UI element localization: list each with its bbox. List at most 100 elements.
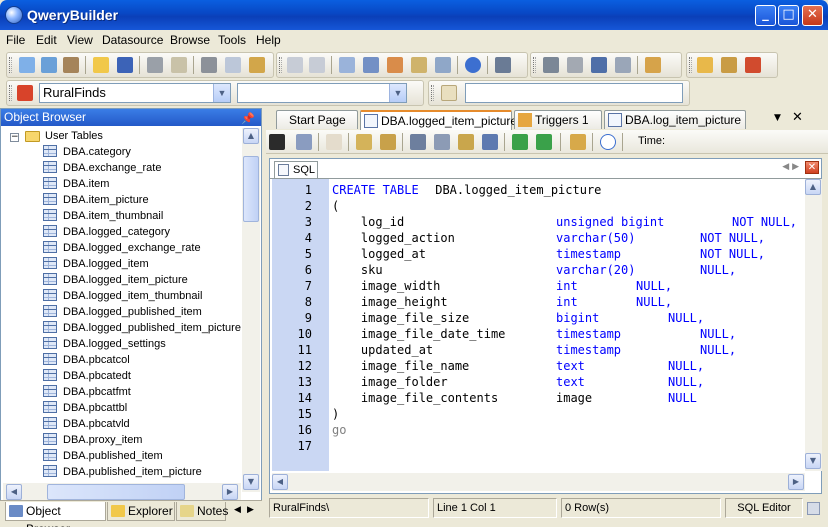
tree-item[interactable]: DBA.pbcatfmt xyxy=(63,384,131,400)
tree-root-user-tables[interactable]: User Tables xyxy=(45,128,103,144)
toolbar-grip[interactable] xyxy=(533,57,536,73)
menu-view[interactable]: View xyxy=(67,33,93,47)
scroll-up-icon[interactable]: ▲ xyxy=(243,128,259,144)
disconnect-icon[interactable] xyxy=(567,57,583,73)
tab-scroll-left-icon[interactable]: ◀ xyxy=(234,505,241,515)
menu-datasource[interactable]: Datasource xyxy=(102,33,163,47)
collapse-icon[interactable]: − xyxy=(10,133,19,142)
save-icon[interactable] xyxy=(117,57,133,73)
tree-item[interactable]: DBA.published_item xyxy=(63,448,163,464)
scroll-thumb[interactable] xyxy=(47,484,185,500)
connection-select[interactable]: RuralFinds ▼ xyxy=(39,83,231,103)
exit-icon[interactable] xyxy=(495,57,511,73)
close-window-icon[interactable] xyxy=(745,57,761,73)
tab-log-item-picture[interactable]: DBA.log_item_picture xyxy=(604,110,746,129)
tree-item[interactable]: DBA.published_item_picture xyxy=(63,464,202,480)
tree-horizontal-scrollbar[interactable]: ◀ ▶ xyxy=(3,483,241,501)
indent-icon[interactable] xyxy=(410,134,426,150)
toolbar-grip[interactable] xyxy=(9,85,12,101)
toolbar-grip[interactable] xyxy=(9,57,12,73)
scroll-thumb[interactable] xyxy=(243,156,259,222)
redo-icon[interactable] xyxy=(309,57,325,73)
grid-icon[interactable] xyxy=(339,57,355,73)
edit-icon[interactable] xyxy=(41,57,57,73)
undo-icon[interactable] xyxy=(287,57,303,73)
tree-item[interactable]: DBA.pbcatcol xyxy=(63,352,130,368)
comment-icon[interactable] xyxy=(458,134,474,150)
transaction-icon[interactable] xyxy=(570,134,586,150)
copy-icon[interactable] xyxy=(225,57,241,73)
menu-help[interactable]: Help xyxy=(256,33,281,47)
query-icon[interactable] xyxy=(63,57,79,73)
close-editor-icon[interactable]: ✕ xyxy=(805,161,819,174)
tree-item[interactable]: DBA.category xyxy=(63,144,131,160)
tree-item[interactable]: DBA.logged_published_item xyxy=(63,304,202,320)
menu-edit[interactable]: Edit xyxy=(36,33,57,47)
export-icon[interactable] xyxy=(435,57,451,73)
tree-item[interactable]: DBA.pbcatvld xyxy=(63,416,130,432)
cascade-icon[interactable] xyxy=(721,57,737,73)
print-preview-icon[interactable] xyxy=(171,57,187,73)
maximize-button[interactable]: □ xyxy=(778,5,799,26)
tree-item[interactable]: DBA.logged_exchange_rate xyxy=(63,240,201,256)
tree-item[interactable]: DBA.item_picture xyxy=(63,192,149,208)
scroll-down-icon[interactable]: ▼ xyxy=(243,474,259,490)
object-input[interactable] xyxy=(465,83,683,103)
print-icon[interactable] xyxy=(147,57,163,73)
tree-item[interactable]: DBA.exchange_rate xyxy=(63,160,161,176)
tab-sql[interactable]: SQL xyxy=(274,161,318,178)
scroll-left-icon[interactable]: ◀ xyxy=(272,474,288,490)
tab-explorer[interactable]: Explorer xyxy=(107,502,175,521)
connect-icon[interactable] xyxy=(543,57,559,73)
chevron-down-icon[interactable]: ▼ xyxy=(389,84,406,102)
outdent-icon[interactable] xyxy=(434,134,450,150)
scroll-right-icon[interactable]: ▶ xyxy=(222,484,238,500)
editor-horizontal-scrollbar[interactable]: ◀ ▶ xyxy=(272,473,805,491)
explain-icon[interactable] xyxy=(296,134,312,150)
clear-icon[interactable] xyxy=(326,134,342,150)
scroll-down-icon[interactable]: ▼ xyxy=(805,453,821,469)
tree-item[interactable]: DBA.logged_item xyxy=(63,256,149,272)
code-editor[interactable]: CREATE TABLE DBA.logged_item_picture ( lo… xyxy=(332,179,806,471)
properties-icon[interactable] xyxy=(645,57,661,73)
help-icon[interactable] xyxy=(600,134,616,150)
close-button[interactable]: ✕ xyxy=(802,5,823,26)
paste-icon[interactable] xyxy=(249,57,265,73)
last-result-icon[interactable] xyxy=(536,134,552,150)
toolbar-grip[interactable] xyxy=(431,85,434,101)
new-icon[interactable] xyxy=(19,57,35,73)
tree-item[interactable]: DBA.logged_item_picture xyxy=(63,272,188,288)
cut-icon[interactable] xyxy=(201,57,217,73)
pin-icon[interactable]: 📌 xyxy=(241,111,255,128)
database-select[interactable]: ▼ xyxy=(237,83,407,103)
tree-vertical-scrollbar[interactable]: ▲ ▼ xyxy=(242,128,260,492)
sort-az-icon[interactable] xyxy=(482,134,498,150)
run-icon[interactable] xyxy=(269,134,285,150)
tab-start-page[interactable]: Start Page xyxy=(276,110,358,129)
tree-item[interactable]: DBA.pbcatedt xyxy=(63,368,131,384)
tree-item[interactable]: DBA.pbcattbl xyxy=(63,400,127,416)
tree-item[interactable]: DBA.proxy_item xyxy=(63,432,142,448)
minimize-button[interactable]: _ xyxy=(755,5,776,26)
new-window-icon[interactable] xyxy=(697,57,713,73)
scroll-up-icon[interactable]: ▲ xyxy=(805,179,821,195)
tree-item[interactable]: DBA.logged_category xyxy=(63,224,170,240)
open-folder-icon[interactable] xyxy=(93,57,109,73)
chevron-down-icon[interactable]: ▼ xyxy=(213,84,230,102)
edit-table-icon[interactable] xyxy=(387,57,403,73)
menu-file[interactable]: File xyxy=(6,33,25,47)
scroll-right-icon[interactable]: ▶ xyxy=(788,474,804,490)
tab-notes[interactable]: Notes xyxy=(176,502,228,521)
close-tab-icon[interactable]: ✕ xyxy=(792,110,803,125)
tab-triggers-1[interactable]: Triggers 1 xyxy=(514,110,602,129)
format-icon[interactable] xyxy=(356,134,372,150)
toolbar-grip[interactable] xyxy=(689,57,692,73)
run-cursor-icon[interactable] xyxy=(591,57,607,73)
disconnect-red-icon[interactable] xyxy=(17,85,33,101)
tab-object-browser[interactable]: Object Browser xyxy=(5,502,106,527)
tree-item[interactable]: DBA.item xyxy=(63,176,109,192)
tree-item[interactable]: DBA.logged_published_item_picture xyxy=(63,320,241,336)
tree-item[interactable]: DBA.item_thumbnail xyxy=(63,208,163,224)
load-icon[interactable] xyxy=(380,134,396,150)
tree-item[interactable]: DBA.logged_settings xyxy=(63,336,166,352)
